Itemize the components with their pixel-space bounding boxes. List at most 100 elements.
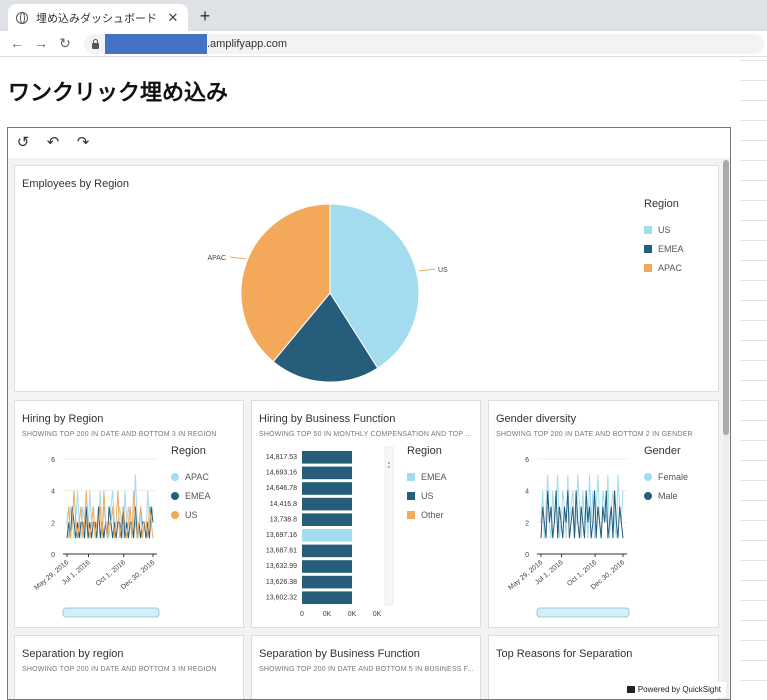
bar-category-label: 13,602.32 — [266, 594, 297, 601]
legend-label: EMEA — [421, 471, 447, 482]
card-separation-by-function[interactable]: Separation by Business Function SHOWING … — [251, 635, 481, 699]
y-tick-label: 6 — [525, 457, 529, 464]
forward-arrow-icon[interactable]: → — [32, 35, 50, 51]
bar — [302, 544, 352, 558]
undo-icon[interactable]: ↶ — [44, 134, 62, 152]
x-tick-label: 0 — [300, 611, 304, 618]
bar — [302, 575, 352, 589]
close-tab-icon[interactable]: ✕ — [166, 10, 180, 26]
redacted-domain — [105, 34, 207, 54]
legend-label: APAC — [658, 262, 682, 273]
legend-swatch — [644, 244, 652, 253]
legend-dot — [644, 491, 652, 500]
legend-label: EMEA — [185, 490, 211, 501]
bar-category-label: 14,646.78 — [266, 485, 297, 492]
bar-chart: 14,817.53 14,693.16 14,646.78 14,416.8 13,73… — [266, 446, 394, 618]
bar-category-label: 14,416.8 — [270, 501, 297, 508]
back-arrow-icon[interactable]: ← — [8, 35, 26, 51]
legend-item-us[interactable]: US — [644, 220, 684, 239]
powered-by-badge: Powered by QuickSight — [621, 682, 726, 697]
legend-item-emea[interactable]: EMEA — [407, 467, 447, 486]
x-tick-label: 0K — [323, 611, 332, 618]
y-tick-label: 0 — [51, 552, 55, 559]
legend-label: Other — [421, 509, 444, 520]
bar — [302, 560, 352, 573]
redo-icon[interactable]: ↷ — [74, 134, 92, 152]
bar-category-label: 13,626.38 — [266, 579, 297, 586]
legend-item-us[interactable]: US — [171, 505, 211, 524]
url-suffix: .amplifyapp.com — [207, 38, 288, 50]
card-title: Separation by Business Function — [259, 648, 420, 660]
pie-label-leader — [229, 256, 247, 260]
legend-title: Gender — [644, 445, 681, 457]
quicksight-embed: ↺ ↶ ↷ Employees by Region US APAC Region … — [7, 127, 731, 700]
legend-swatch — [644, 263, 652, 272]
legend-item-emea[interactable]: EMEA — [644, 239, 684, 258]
page-body: ワンクリック埋め込み ↺ ↶ ↷ Employees by Region US A… — [0, 57, 740, 700]
legend-item-us[interactable]: US — [407, 486, 447, 505]
y-tick-label: 0 — [525, 552, 529, 559]
y-tick-label: 4 — [51, 489, 55, 496]
bar-category-label: 13,738.8 — [270, 516, 297, 523]
bar — [302, 591, 352, 604]
range-slider — [62, 607, 160, 618]
legend-label: US — [658, 224, 671, 235]
pie-chart: US APAC — [207, 203, 448, 383]
tab-title: 埋め込みダッシュボード — [36, 12, 157, 25]
card-separation-by-region[interactable]: Separation by region SHOWING TOP 200 IN … — [14, 635, 244, 699]
bar-legend: Region EMEA US Other — [407, 445, 447, 524]
card-gender-diversity[interactable]: Gender diversity SHOWING TOP 200 IN DATE… — [488, 400, 719, 628]
legend-item-apac[interactable]: APAC — [171, 467, 211, 486]
reload-icon[interactable]: ↻ — [56, 35, 74, 52]
scroll-grip-dot — [388, 466, 390, 468]
legend-swatch — [407, 472, 415, 481]
y-tick-label: 2 — [51, 520, 55, 527]
quicksight-logo-icon — [626, 686, 635, 693]
x-tick-label: 0K — [373, 611, 382, 618]
legend-item-female[interactable]: Female — [644, 467, 688, 486]
legend-label: EMEA — [658, 243, 684, 254]
dashboard-scrollbar[interactable] — [723, 158, 729, 699]
bar-category-label: 13,697.16 — [266, 532, 297, 539]
legend-item-other[interactable]: Other — [407, 505, 447, 524]
card-hiring-by-function[interactable]: Hiring by Business Function SHOWING TOP … — [251, 400, 481, 628]
legend-item-emea[interactable]: EMEA — [171, 486, 211, 505]
bar — [302, 466, 352, 480]
address-bar: ← → ↻ .amplifyapp.com — [0, 31, 767, 57]
card-subtitle: SHOWING TOP 200 IN DATE AND BOTTOM 5 IN … — [259, 666, 474, 673]
legend-item-male[interactable]: Male — [644, 486, 688, 505]
x-tick-label: May 29, 2016 — [507, 559, 544, 592]
bar — [302, 482, 352, 495]
y-tick-label: 4 — [525, 489, 529, 496]
legend-dot — [171, 472, 179, 481]
bar-category-label: 13,687.61 — [266, 548, 297, 555]
browser-tab[interactable]: 埋め込みダッシュボード ✕ — [8, 4, 188, 31]
pie-label-leader — [418, 268, 436, 272]
legend-label: Male — [658, 490, 678, 501]
globe-icon — [16, 11, 28, 24]
bar-category-label: 14,817.53 — [266, 454, 297, 461]
x-tick-label: 0K — [348, 611, 357, 618]
legend-title: Region — [644, 198, 679, 210]
legend-label: APAC — [185, 471, 209, 482]
card-title: Top Reasons for Separation — [496, 648, 633, 660]
pie-slice-label: APAC — [207, 255, 226, 262]
legend-dot — [171, 491, 179, 500]
browser-window: 埋め込みダッシュボード ✕ + ← → ↻ .amplifyapp.com ワン… — [0, 0, 767, 700]
url-input[interactable]: .amplifyapp.com — [84, 34, 764, 54]
range-slider — [536, 607, 630, 618]
pie-slice-label: US — [438, 267, 448, 274]
scrollbar-thumb[interactable] — [723, 160, 729, 435]
y-tick-label: 2 — [525, 520, 529, 527]
y-tick-label: 6 — [51, 457, 55, 464]
reset-icon[interactable]: ↺ — [14, 134, 32, 152]
card-title: Separation by region — [22, 648, 124, 660]
bar-category-label: 14,693.16 — [266, 470, 297, 477]
legend-label: US — [185, 509, 198, 520]
card-employees-by-region[interactable]: Employees by Region US APAC Region US EME… — [14, 165, 719, 392]
lock-icon — [92, 38, 99, 49]
line1-legend: Region APAC EMEA US — [171, 445, 211, 524]
legend-item-apac[interactable]: APAC — [644, 258, 684, 277]
card-hiring-by-region[interactable]: Hiring by Region SHOWING TOP 200 IN DATE… — [14, 400, 244, 628]
new-tab-button[interactable]: + — [195, 6, 215, 26]
